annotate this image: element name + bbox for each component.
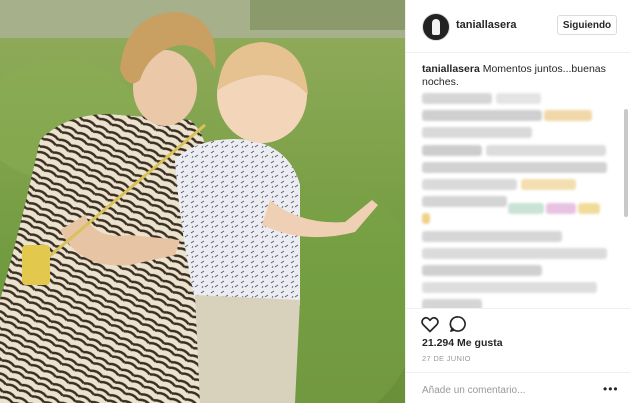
username-link[interactable]: taniallasera — [456, 19, 517, 31]
comment-form: ••• — [406, 372, 630, 405]
likes-count[interactable]: 21.294 Me gusta — [422, 337, 503, 349]
post-date: 27 DE JUNIO — [422, 354, 471, 363]
comment-icon[interactable] — [448, 314, 468, 334]
post-sidebar: taniallasera Siguiendo taniallasera Mome… — [405, 0, 630, 403]
post-photo[interactable] — [0, 0, 405, 403]
caption-username[interactable]: taniallasera — [422, 63, 480, 75]
post-actions: 21.294 Me gusta 27 DE JUNIO ••• — [406, 308, 630, 404]
following-button[interactable]: Siguiendo — [557, 15, 617, 35]
photo-illustration — [0, 0, 405, 403]
instagram-post-view: taniallasera Siguiendo taniallasera Mome… — [0, 0, 630, 403]
comments-scrollbar[interactable] — [624, 109, 628, 217]
ellipsis-icon[interactable]: ••• — [603, 383, 619, 395]
heart-icon[interactable] — [420, 314, 440, 334]
comments-section[interactable]: taniallasera Momentos juntos...buenas no… — [406, 53, 630, 308]
avatar[interactable] — [422, 13, 450, 41]
comment-input[interactable] — [420, 381, 594, 399]
post-header: taniallasera Siguiendo — [406, 0, 630, 53]
caption: taniallasera Momentos juntos...buenas no… — [422, 63, 612, 89]
